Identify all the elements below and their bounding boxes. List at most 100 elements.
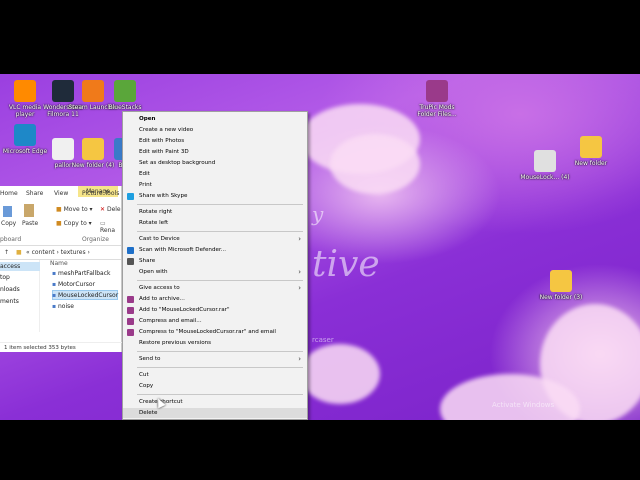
file-name: meshPartFallback [58, 270, 111, 277]
wallpaper-text: rcaser [312, 336, 334, 344]
menu-item[interactable]: Set as desktop background [123, 158, 307, 168]
menu-item-label: Print [139, 182, 152, 188]
desktop-icon-label: TruPic Mods Folder Files... [417, 104, 457, 118]
desktop-icon-label: MouseLock... (4) [520, 174, 570, 181]
winrar-icon [127, 307, 134, 314]
menu-item[interactable]: Print [123, 180, 307, 190]
app-icon [550, 270, 572, 292]
copy-button[interactable]: Copy [1, 220, 16, 227]
menu-item-label: Share [139, 258, 156, 264]
list-item[interactable]: ▪ MouseLockedCursor [52, 292, 118, 299]
skype-icon [127, 193, 134, 200]
desktop-icon-label: New folder (3) [539, 294, 583, 301]
move-to-button[interactable]: ■ Move to ▾ [56, 206, 93, 213]
desktop-icon[interactable]: MouseLock... (4) [520, 150, 570, 181]
app-icon [114, 80, 136, 102]
organize-group-label: Organize [82, 236, 109, 243]
menu-item-label: Compress and email... [139, 318, 202, 324]
rename-button[interactable]: ▭ Rena [100, 220, 121, 234]
wallpaper-cloud [330, 134, 420, 194]
clipboard-group-label: pboard [0, 236, 22, 243]
up-arrow-icon[interactable]: ↑ [4, 249, 9, 256]
menu-item[interactable]: Share with Skype [123, 191, 307, 201]
menu-item-label: Rotate left [139, 220, 169, 226]
menu-item[interactable]: Create shortcut [123, 397, 307, 407]
menu-item[interactable]: Compress and email... [123, 316, 307, 326]
menu-item[interactable]: Edit with Photos [123, 136, 307, 146]
menu-item[interactable]: Add to archive... [123, 294, 307, 304]
menu-separator [137, 231, 303, 232]
menu-item[interactable]: Open with › [123, 267, 307, 277]
menu-item-label: Restore previous versions [139, 340, 212, 346]
menu-item[interactable]: Create a new video [123, 125, 307, 135]
menu-separator [137, 394, 303, 395]
nav-item-desktop[interactable]: top [0, 274, 10, 281]
nav-item-downloads[interactable]: nloads [0, 286, 20, 293]
tab-view[interactable]: View [54, 190, 68, 197]
winrar-icon [127, 318, 134, 325]
menu-item-label: Open [139, 116, 156, 122]
menu-item-label: Add to "MouseLockedCursor.rar" [139, 307, 230, 313]
delete-button[interactable]: ✕ Dele [100, 206, 121, 213]
list-item[interactable]: ▪ noise [52, 303, 74, 310]
wallpaper-cloud [300, 344, 380, 404]
menu-item-label: Create a new video [139, 127, 194, 133]
menu-item[interactable]: Rotate right [123, 207, 307, 217]
menu-item[interactable]: Edit [123, 169, 307, 179]
breadcrumb: « content › textures › [26, 249, 90, 256]
menu-item[interactable]: Rename [123, 419, 307, 420]
menu-item[interactable]: Give access to › [123, 283, 307, 293]
menu-item[interactable]: Edit with Paint 3D [123, 147, 307, 157]
chevron-right-icon: › [298, 268, 301, 276]
menu-item[interactable]: Rotate left [123, 218, 307, 228]
menu-item-label: Rotate right [139, 209, 173, 215]
share-icon [127, 258, 134, 265]
menu-item[interactable]: Scan with Microsoft Defender... [123, 245, 307, 255]
wallpaper-text: tive [312, 244, 380, 285]
app-icon [426, 80, 448, 102]
copy-to-button[interactable]: ■ Copy to ▾ [56, 220, 92, 227]
app-icon [534, 150, 556, 172]
winrar-icon [127, 329, 134, 336]
nav-item-documents[interactable]: ments [0, 298, 19, 305]
app-icon [14, 124, 36, 146]
menu-item-label: Rename [139, 419, 162, 420]
menu-item-label: Give access to [139, 285, 180, 291]
menu-item[interactable]: Add to "MouseLockedCursor.rar" [123, 305, 307, 315]
desktop-icon[interactable]: New folder (3) [536, 270, 586, 301]
menu-item[interactable]: Send to › [123, 354, 307, 364]
list-item[interactable]: ▪ meshPartFallback [52, 270, 110, 277]
menu-item-label: Share with Skype [139, 193, 188, 199]
tab-picture-tools[interactable]: Picture Tools [82, 190, 119, 197]
address-bar[interactable]: ↑ ■ « content › textures › [0, 246, 121, 260]
menu-item-label: Compress to "MouseLockedCursor.rar" and … [139, 329, 276, 335]
navigation-pane: access top nloads ments [0, 260, 40, 332]
menu-separator [137, 367, 303, 368]
column-header-name[interactable]: Name [50, 260, 68, 267]
app-icon [580, 136, 602, 158]
menu-item[interactable]: Copy [123, 381, 307, 391]
menu-item[interactable]: Open [123, 114, 307, 124]
breadcrumb-textures[interactable]: textures [61, 249, 86, 256]
breadcrumb-content[interactable]: content [32, 249, 55, 256]
file-name: noise [58, 303, 74, 310]
desktop-icon[interactable]: TruPic Mods Folder Files... [412, 80, 462, 118]
app-icon [14, 80, 36, 102]
desktop-icon[interactable]: New folder [566, 136, 616, 167]
wallpaper-text: y [312, 202, 324, 226]
menu-item[interactable]: Restore previous versions [123, 338, 307, 348]
menu-item[interactable]: Share [123, 256, 307, 266]
list-item[interactable]: ▪ MotorCursor [52, 281, 95, 288]
menu-item[interactable]: Cast to Device › [123, 234, 307, 244]
menu-separator [137, 280, 303, 281]
paste-button[interactable]: Paste [22, 220, 38, 227]
rename-label: Rena [100, 227, 116, 234]
paste-icon [24, 204, 34, 217]
tab-share[interactable]: Share [26, 190, 43, 197]
chevron-right-icon: › [298, 355, 301, 363]
desktop-icon[interactable]: BlueStacks [100, 80, 150, 111]
menu-item[interactable]: Delete [123, 408, 307, 418]
menu-item[interactable]: Cut [123, 370, 307, 380]
menu-item[interactable]: Compress to "MouseLockedCursor.rar" and … [123, 327, 307, 337]
tab-home[interactable]: Home [0, 190, 18, 197]
